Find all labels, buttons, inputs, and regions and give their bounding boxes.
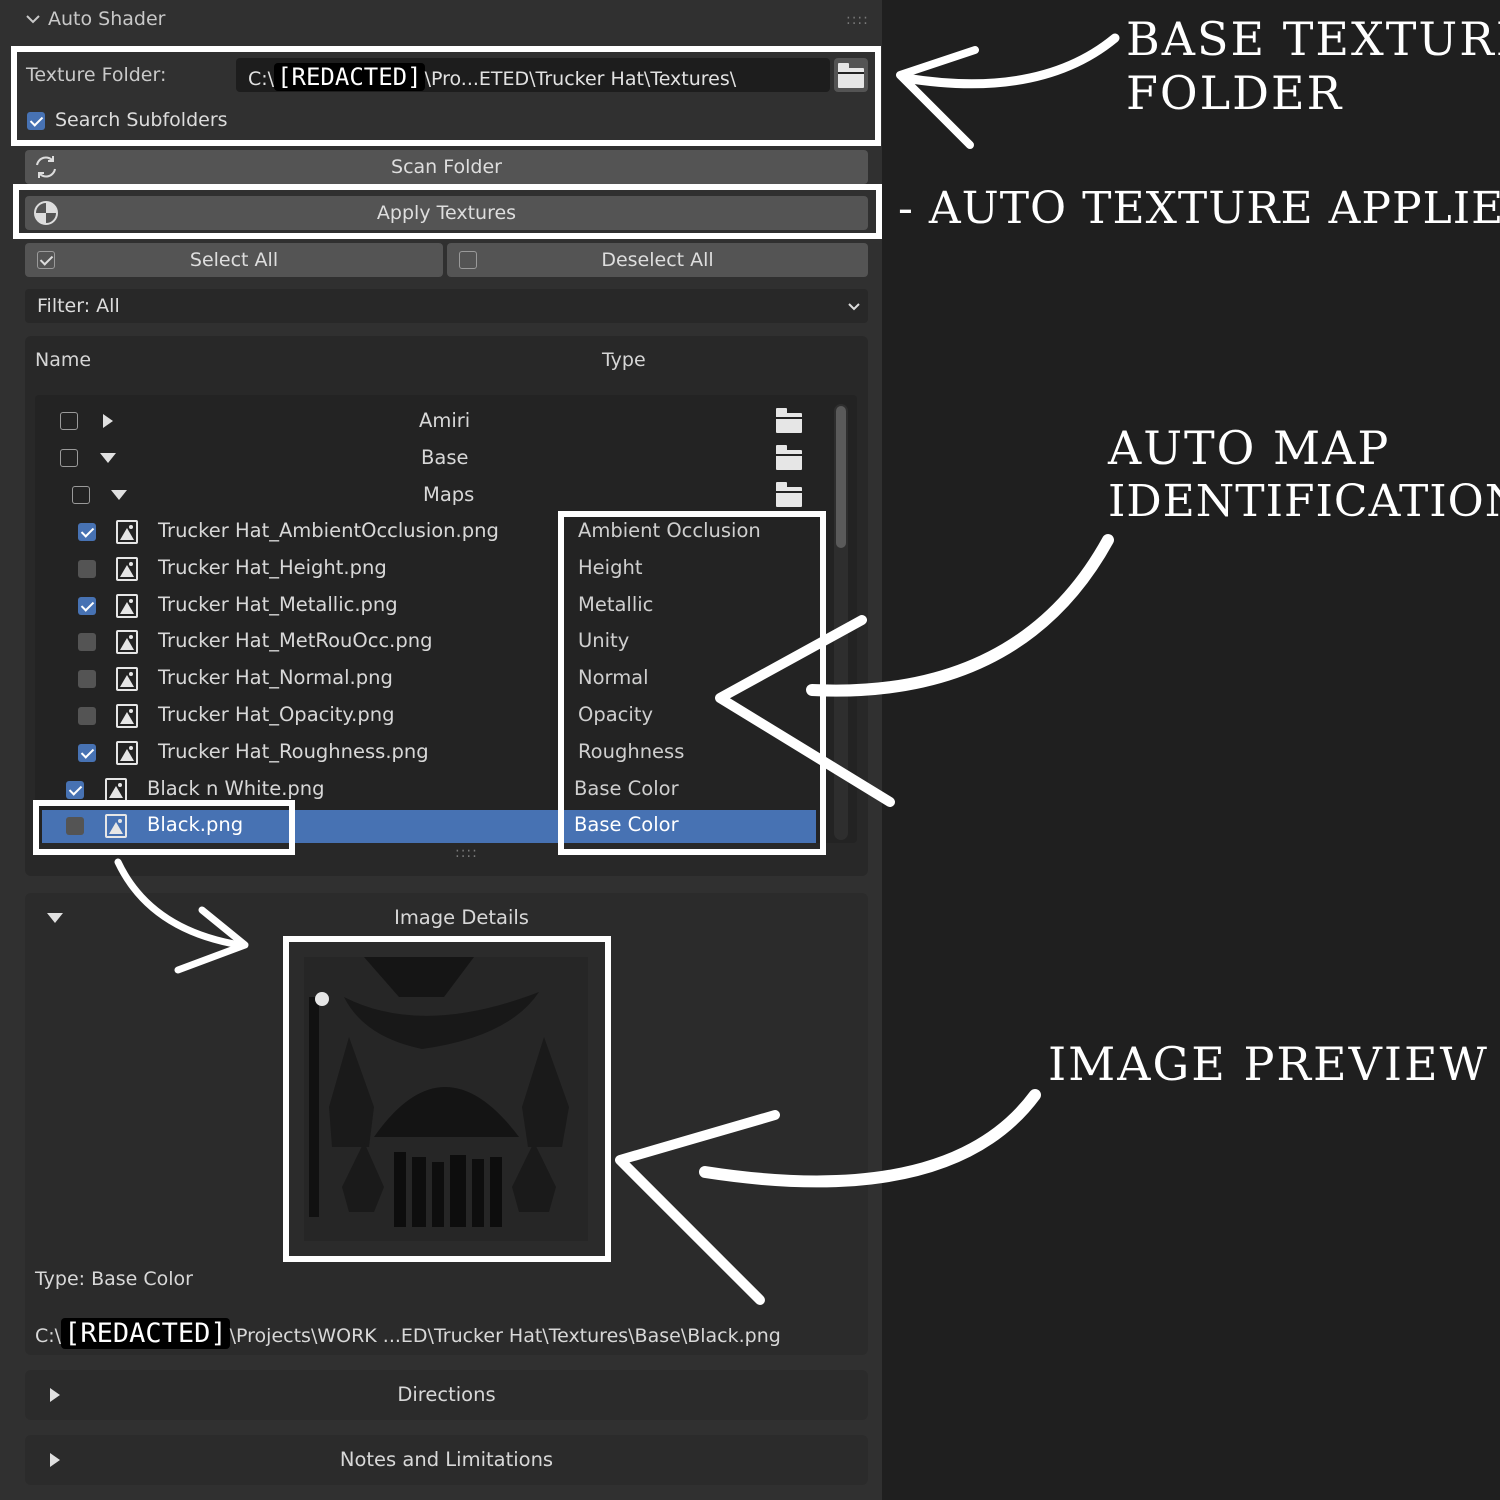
arrowhead-preview xyxy=(615,1110,780,1305)
annotation-image-preview: IMAGE PREVIEW xyxy=(1048,1037,1489,1091)
annotation-auto-map-line1: AUTO MAP xyxy=(1108,421,1391,475)
arrow-to-details xyxy=(114,858,244,949)
annotation-base-folder-line2: FOLDER xyxy=(1126,66,1344,120)
annotation-auto-applier: - AUTO TEXTURE APPLIER xyxy=(898,183,1500,234)
arrowhead-types xyxy=(715,615,895,807)
annotation-auto-map-line2: IDENTIFICATION xyxy=(1108,476,1500,527)
annotation-base-folder-line1: BASE TEXTURE xyxy=(1126,12,1500,66)
arrowhead-folder xyxy=(896,46,979,149)
arrow-to-types xyxy=(806,534,1114,697)
arrow-to-preview xyxy=(699,1089,1041,1188)
